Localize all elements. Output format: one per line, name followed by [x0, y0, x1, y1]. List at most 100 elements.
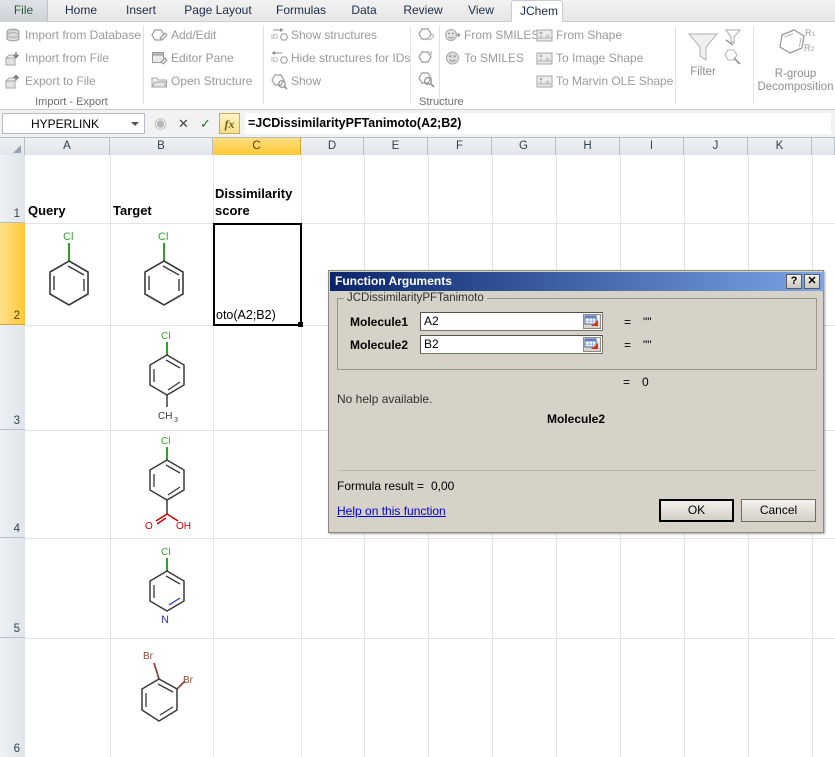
- column-header-h[interactable]: H: [556, 138, 620, 155]
- formula-input[interactable]: =JCDissimilarityPFTanimoto(A2;B2): [245, 113, 831, 134]
- select-all-corner[interactable]: [0, 138, 25, 155]
- function-arguments-dialog: Function Arguments ? ✕ JCDissimilarityPF…: [328, 270, 824, 533]
- molecule-b2-chlorobenzene[interactable]: Cl: [130, 225, 202, 328]
- ribbon-group-structure: From SMILES To SMILES: [413, 22, 675, 110]
- cmd-editor-pane[interactable]: Editor Pane: [150, 48, 234, 69]
- cmd-from-shape[interactable]: From Shape: [535, 25, 622, 46]
- structure-hex-icon[interactable]: [418, 27, 435, 44]
- row-header-label: 2: [14, 310, 20, 322]
- name-box[interactable]: HYPERLINK: [2, 113, 145, 134]
- excel-window: File Home Insert Page Layout Formulas Da…: [0, 0, 835, 757]
- cmd-add-edit[interactable]: Add/Edit: [150, 25, 216, 46]
- row-header-5[interactable]: 5: [0, 538, 25, 638]
- insert-function-icon[interactable]: fx: [219, 113, 240, 134]
- cmd-export-to-file[interactable]: Export to File: [4, 71, 96, 92]
- formula-bar: HYPERLINK ◉ ✕ ✓ fx =JCDissimilarityPFTan…: [0, 110, 835, 138]
- molecule-b5-4-chloropyridine[interactable]: Cl N: [133, 543, 207, 643]
- tab-view[interactable]: View: [459, 0, 503, 22]
- row-header-6[interactable]: 6: [0, 638, 25, 757]
- confirm-formula-icon[interactable]: ✓: [196, 114, 215, 133]
- column-header-l[interactable]: [812, 138, 835, 155]
- column-header-g[interactable]: G: [492, 138, 556, 155]
- ribbon-group-structure-edit: Add/Edit Editor Pane: [146, 22, 263, 110]
- structure-search-icon[interactable]: [418, 71, 435, 88]
- molecule2-input[interactable]: B2: [420, 335, 603, 354]
- ok-button[interactable]: OK: [659, 499, 734, 522]
- column-header-f[interactable]: F: [428, 138, 492, 155]
- database-icon: [5, 27, 22, 44]
- structure-hex-dropdown-icon[interactable]: [418, 49, 435, 66]
- cmd-label: Import from File: [25, 51, 109, 65]
- export-file-icon: [5, 73, 22, 90]
- row-header-3[interactable]: 3: [0, 325, 25, 430]
- cell-b1[interactable]: Target: [113, 202, 152, 219]
- row-header-column: 1 2 3 4 5 6: [0, 155, 25, 757]
- dialog-close-button[interactable]: ✕: [804, 274, 820, 289]
- group-separator-1: [143, 26, 144, 104]
- cmd-label: Import from Database: [25, 28, 141, 42]
- filter-icon[interactable]: [686, 30, 720, 69]
- column-header-e[interactable]: E: [364, 138, 428, 155]
- cmd-to-smiles[interactable]: To SMILES: [443, 48, 524, 69]
- overall-equals: =: [623, 375, 630, 389]
- cell-a1[interactable]: Query: [28, 202, 66, 219]
- molecule2-range-selector-icon[interactable]: [583, 337, 601, 352]
- cancel-formula-icon[interactable]: ✕: [174, 114, 193, 133]
- cmd-hide-structures-for-ids[interactable]: ID Hide structures for IDs: [270, 48, 410, 69]
- column-header-c[interactable]: C: [213, 138, 301, 155]
- cell-c1-line2[interactable]: score: [215, 202, 250, 219]
- tab-jchem[interactable]: JChem: [511, 0, 563, 22]
- dialog-help-button[interactable]: ?: [786, 274, 802, 289]
- row-header-4[interactable]: 4: [0, 430, 25, 538]
- tab-file[interactable]: File: [0, 0, 48, 22]
- structure-filter-icon[interactable]: [724, 48, 742, 71]
- molecule-b6-1-2-dibromobenzene[interactable]: Br Br: [125, 645, 215, 755]
- hide-structures-icon: ID: [271, 50, 288, 67]
- cell-c1-line1[interactable]: Dissimilarity: [215, 185, 292, 202]
- rgroup-label-line2: Decomposition: [756, 81, 835, 94]
- tab-page-layout[interactable]: Page Layout: [175, 0, 261, 22]
- cmd-to-image-shape[interactable]: To Image Shape: [535, 48, 643, 69]
- tab-data[interactable]: Data: [341, 0, 387, 22]
- column-header-k[interactable]: K: [748, 138, 812, 155]
- column-header-d[interactable]: D: [301, 138, 364, 155]
- cmd-import-from-file[interactable]: Import from File: [4, 48, 109, 69]
- row-header-1[interactable]: 1: [0, 155, 25, 223]
- molecule-b4-4-chlorobenzoic-acid[interactable]: Cl O OH: [133, 432, 207, 542]
- cmd-from-smiles[interactable]: From SMILES: [443, 25, 539, 46]
- row-header-2[interactable]: 2: [0, 223, 25, 325]
- column-header-b[interactable]: B: [110, 138, 213, 155]
- open-structure-icon: [151, 73, 168, 90]
- tab-insert[interactable]: Insert: [116, 0, 166, 22]
- molecule-b3-4-chlorotoluene[interactable]: Cl CH 3: [133, 327, 207, 434]
- cmd-label: Show structures: [291, 28, 377, 42]
- svg-text:CH: CH: [158, 411, 172, 422]
- ribbon-group-rgroup[interactable]: R 1 R 2 R-group Decomposition: [756, 22, 835, 110]
- show-icon: [271, 73, 288, 90]
- tab-home[interactable]: Home: [55, 0, 107, 22]
- cmd-show-structures[interactable]: ID Show structures: [270, 25, 377, 46]
- cmd-open-structure[interactable]: Open Structure: [150, 71, 252, 92]
- ribbon-group-filter: Filter: [678, 22, 753, 110]
- column-header-a[interactable]: A: [25, 138, 110, 155]
- tab-formulas[interactable]: Formulas: [268, 0, 334, 22]
- cmd-import-from-database[interactable]: Import from Database: [4, 25, 141, 46]
- help-on-this-function-link[interactable]: Help on this function: [337, 504, 446, 518]
- row-header-label: 1: [14, 208, 20, 220]
- chevron-down-icon[interactable]: [131, 122, 139, 126]
- molecule1-range-selector-icon[interactable]: [583, 314, 601, 329]
- group-title-structure: Structure: [413, 96, 675, 108]
- svg-text:3: 3: [174, 417, 178, 424]
- cmd-label: Show: [291, 74, 321, 88]
- tab-review[interactable]: Review: [394, 0, 452, 22]
- cancel-button[interactable]: Cancel: [741, 499, 816, 522]
- fill-handle[interactable]: [298, 322, 303, 327]
- molecule-a2-chlorobenzene[interactable]: Cl: [35, 225, 107, 328]
- column-header-i[interactable]: I: [620, 138, 684, 155]
- ribbon-tab-bar: File Home Insert Page Layout Formulas Da…: [0, 0, 835, 22]
- molecule1-input[interactable]: A2: [420, 312, 603, 331]
- cmd-show[interactable]: Show: [270, 71, 321, 92]
- column-header-j[interactable]: J: [684, 138, 748, 155]
- filter-label[interactable]: Filter: [678, 66, 728, 79]
- cmd-to-marvin-ole-shape[interactable]: To Marvin OLE Shape: [535, 71, 673, 92]
